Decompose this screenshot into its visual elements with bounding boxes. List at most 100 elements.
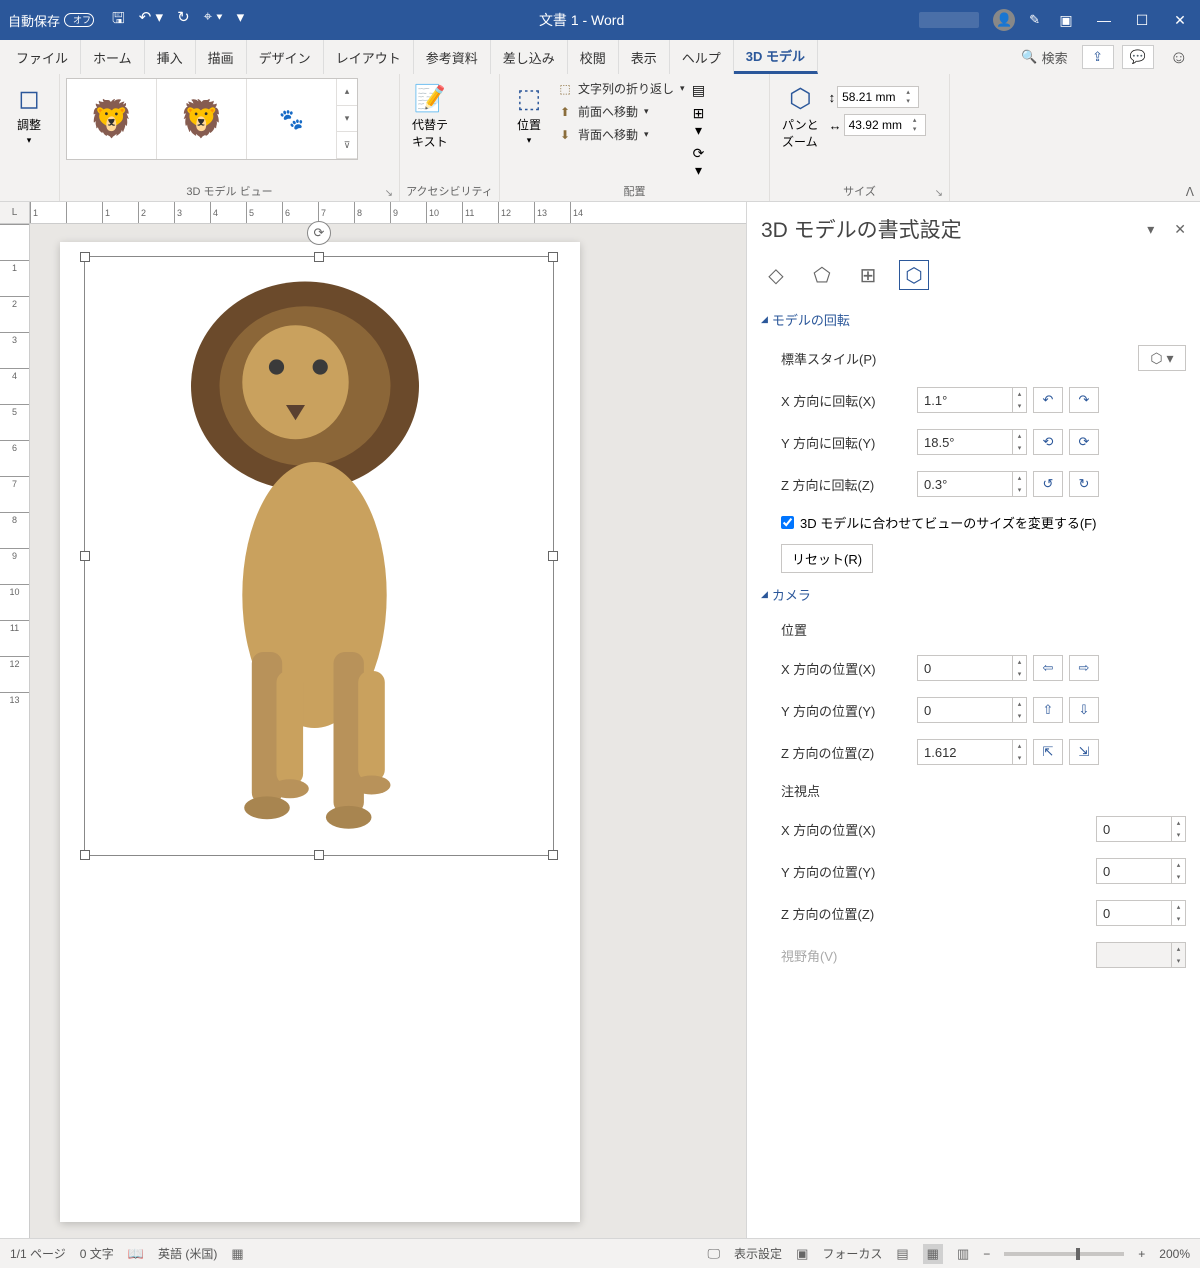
spell-check-icon[interactable]: 📖 (128, 1246, 144, 1262)
reset-button[interactable]: リセット(R) (781, 544, 873, 573)
focus-label[interactable]: フォーカス (822, 1245, 882, 1262)
zoom-out-button[interactable]: − (983, 1247, 990, 1261)
lz-input[interactable]: 0▴▾ (1096, 900, 1186, 926)
share-button[interactable]: ⇪ (1082, 45, 1114, 69)
gallery-up-icon[interactable]: ▴ (337, 79, 357, 106)
pane-tab-effects[interactable]: ⬠ (807, 260, 837, 290)
camera-section[interactable]: カメラ (761, 581, 1186, 608)
alt-text-button[interactable]: 📝代替テ キスト (406, 78, 454, 154)
web-layout-icon[interactable]: ▥ (957, 1246, 969, 1262)
read-mode-icon[interactable]: ▤ (896, 1246, 908, 1262)
zoom-slider[interactable] (1004, 1252, 1124, 1256)
print-layout-icon[interactable]: ▦ (923, 1244, 943, 1264)
pane-tab-fill[interactable]: ◇ (761, 260, 791, 290)
x-pos-right-button[interactable]: ⇨ (1069, 655, 1099, 681)
search-box[interactable]: 🔍検索 (1011, 40, 1077, 74)
maximize-button[interactable]: ☐ (1130, 12, 1154, 29)
height-input[interactable]: 58.21 mm▴▾ (837, 86, 919, 108)
gallery-more-icon[interactable]: ⊽ (337, 132, 357, 159)
view-thumb-1[interactable]: 🦁 (67, 79, 157, 159)
document-area[interactable]: L 11234567891011121314 12345678910111213… (0, 202, 746, 1238)
tab-insert[interactable]: 挿入 (145, 40, 196, 74)
pane-options-icon[interactable]: ▾ (1147, 221, 1154, 238)
y-rotation-input[interactable]: 18.5°▴▾ (917, 429, 1027, 455)
horizontal-ruler[interactable]: 11234567891011121314 (30, 202, 746, 224)
launcher-icon[interactable]: ↘ (385, 188, 393, 199)
y-pos-input[interactable]: 0▴▾ (917, 697, 1027, 723)
y-rot-left-button[interactable]: ⟲ (1033, 429, 1063, 455)
rotate-handle[interactable]: ⟳ (307, 221, 331, 245)
z-rot-cw-button[interactable]: ↻ (1069, 471, 1099, 497)
zoom-in-button[interactable]: + (1138, 1247, 1145, 1261)
pane-tab-layout[interactable]: ⊞ (853, 260, 883, 290)
tab-draw[interactable]: 描画 (196, 40, 247, 74)
rotate-icon[interactable]: ⟳ ▾ (689, 145, 709, 179)
x-rotation-input[interactable]: 1.1°▴▾ (917, 387, 1027, 413)
pen-icon[interactable]: ✎ (1029, 12, 1040, 28)
resize-handle-ne[interactable] (548, 252, 558, 262)
position-button[interactable]: ⬚位置▾ (506, 78, 552, 150)
tab-review[interactable]: 校閲 (568, 40, 619, 74)
align-icon[interactable]: ⊞ ▾ (689, 105, 709, 139)
x-pos-input[interactable]: 0▴▾ (917, 655, 1027, 681)
autosave-toggle[interactable]: 自動保存 (8, 11, 94, 30)
z-rotation-input[interactable]: 0.3°▴▾ (917, 471, 1027, 497)
lx-input[interactable]: 0▴▾ (1096, 816, 1186, 842)
view-thumb-2[interactable]: 🦁 (157, 79, 247, 159)
vertical-ruler[interactable]: 12345678910111213 (0, 224, 30, 1238)
resize-handle-e[interactable] (548, 551, 558, 561)
resize-handle-nw[interactable] (80, 252, 90, 262)
tab-references[interactable]: 参考資料 (414, 40, 491, 74)
macro-icon[interactable]: ▦ (231, 1246, 243, 1262)
rotation-section[interactable]: モデルの回転 (761, 306, 1186, 333)
comments-button[interactable]: 💬 (1122, 45, 1154, 69)
page-count[interactable]: 1/1 ページ (10, 1245, 66, 1262)
ribbon-mode-icon[interactable]: ▣ (1054, 12, 1078, 29)
z-rot-ccw-button[interactable]: ↺ (1033, 471, 1063, 497)
z-pos-input[interactable]: 1.612▴▾ (917, 739, 1027, 765)
display-settings-label[interactable]: 表示設定 (734, 1245, 782, 1262)
account-icon[interactable]: 👤 (993, 9, 1015, 31)
ly-input[interactable]: 0▴▾ (1096, 858, 1186, 884)
send-backward-button[interactable]: ⬇背面へ移動▾ (556, 124, 685, 145)
focus-icon[interactable]: ▣ (796, 1246, 808, 1262)
y-pos-down-button[interactable]: ⇩ (1069, 697, 1099, 723)
word-count[interactable]: 0 文字 (80, 1245, 114, 1262)
collapse-ribbon-icon[interactable]: ᐱ (1186, 185, 1194, 199)
language[interactable]: 英語 (米国) (158, 1245, 217, 1262)
tab-mailings[interactable]: 差し込み (491, 40, 568, 74)
tab-help[interactable]: ヘルプ (670, 40, 734, 74)
3d-views-gallery[interactable]: 🦁 🦁 🐾 ▴▾⊽ (66, 78, 358, 160)
gallery-down-icon[interactable]: ▾ (337, 106, 357, 133)
resize-handle-sw[interactable] (80, 850, 90, 860)
undo-icon[interactable]: ↶ ▾ (139, 8, 163, 33)
pane-close-icon[interactable]: ✕ (1174, 221, 1186, 238)
z-pos-out-button[interactable]: ⇲ (1069, 739, 1099, 765)
tab-layout[interactable]: レイアウト (324, 40, 414, 74)
display-settings-icon[interactable]: 🖵 (708, 1246, 721, 1262)
pan-zoom-button[interactable]: ⬡パンと ズーム (776, 78, 825, 154)
tab-3d-model[interactable]: 3D モデル (734, 40, 818, 74)
tab-view[interactable]: 表示 (619, 40, 670, 74)
pane-tab-3d[interactable]: ⬡ (899, 260, 929, 290)
y-rot-right-button[interactable]: ⟳ (1069, 429, 1099, 455)
tab-file[interactable]: ファイル (4, 40, 81, 74)
y-pos-up-button[interactable]: ⇧ (1033, 697, 1063, 723)
tab-design[interactable]: デザイン (247, 40, 324, 74)
x-rot-right-button[interactable]: ↷ (1069, 387, 1099, 413)
adjust-button[interactable]: ◻調整▾ (6, 78, 52, 150)
width-input[interactable]: 43.92 mm▴▾ (844, 114, 926, 136)
touch-icon[interactable]: ⌖ ▾ (204, 8, 223, 33)
x-pos-left-button[interactable]: ⇦ (1033, 655, 1063, 681)
selection-pane-icon[interactable]: ▤ (689, 82, 709, 99)
close-button[interactable]: ✕ (1168, 12, 1192, 29)
wrap-text-button[interactable]: ⬚文字列の折り返し▾ (556, 78, 685, 99)
z-pos-in-button[interactable]: ⇱ (1033, 739, 1063, 765)
resize-handle-se[interactable] (548, 850, 558, 860)
save-icon[interactable]: 🖫 (112, 8, 125, 33)
x-rot-left-button[interactable]: ↶ (1033, 387, 1063, 413)
fit-view-checkbox[interactable] (781, 516, 794, 529)
zoom-level[interactable]: 200% (1159, 1247, 1190, 1261)
bring-forward-button[interactable]: ⬆前面へ移動▾ (556, 101, 685, 122)
resize-handle-n[interactable] (314, 252, 324, 262)
